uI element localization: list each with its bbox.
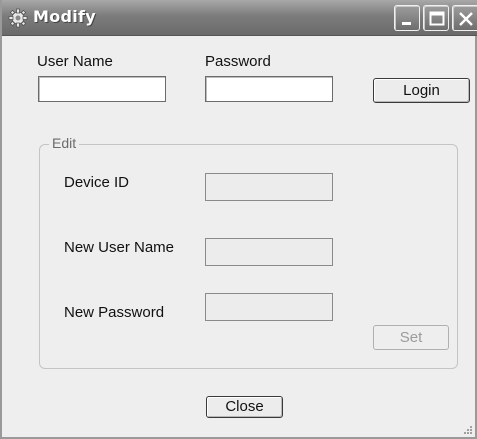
maximize-button[interactable] — [423, 5, 449, 31]
modify-dialog: Modify User Name Password Login Edit Dev… — [0, 0, 477, 439]
close-icon — [459, 12, 473, 26]
set-button[interactable]: Set — [373, 325, 449, 350]
device-id-label: Device ID — [64, 174, 130, 191]
minimize-button[interactable] — [394, 5, 420, 31]
resize-grip-icon[interactable] — [461, 423, 473, 435]
edit-group-title: Edit — [49, 135, 80, 151]
maximize-icon — [429, 11, 445, 26]
username-input[interactable] — [38, 76, 166, 102]
password-input[interactable] — [205, 76, 333, 102]
window-title: Modify — [33, 7, 97, 26]
username-label: User Name — [37, 53, 113, 70]
login-button[interactable]: Login — [373, 78, 470, 103]
device-id-input[interactable] — [205, 173, 333, 201]
new-password-input[interactable] — [205, 293, 333, 321]
new-password-label: New Password — [64, 304, 165, 321]
title-bar[interactable]: Modify — [2, 0, 477, 36]
password-label: Password — [205, 53, 271, 70]
new-username-label: New User Name — [64, 239, 175, 256]
gear-icon — [8, 8, 28, 28]
minimize-icon — [402, 22, 411, 25]
close-button[interactable]: Close — [206, 396, 283, 418]
close-window-button[interactable] — [452, 5, 477, 31]
new-username-input[interactable] — [205, 238, 333, 266]
